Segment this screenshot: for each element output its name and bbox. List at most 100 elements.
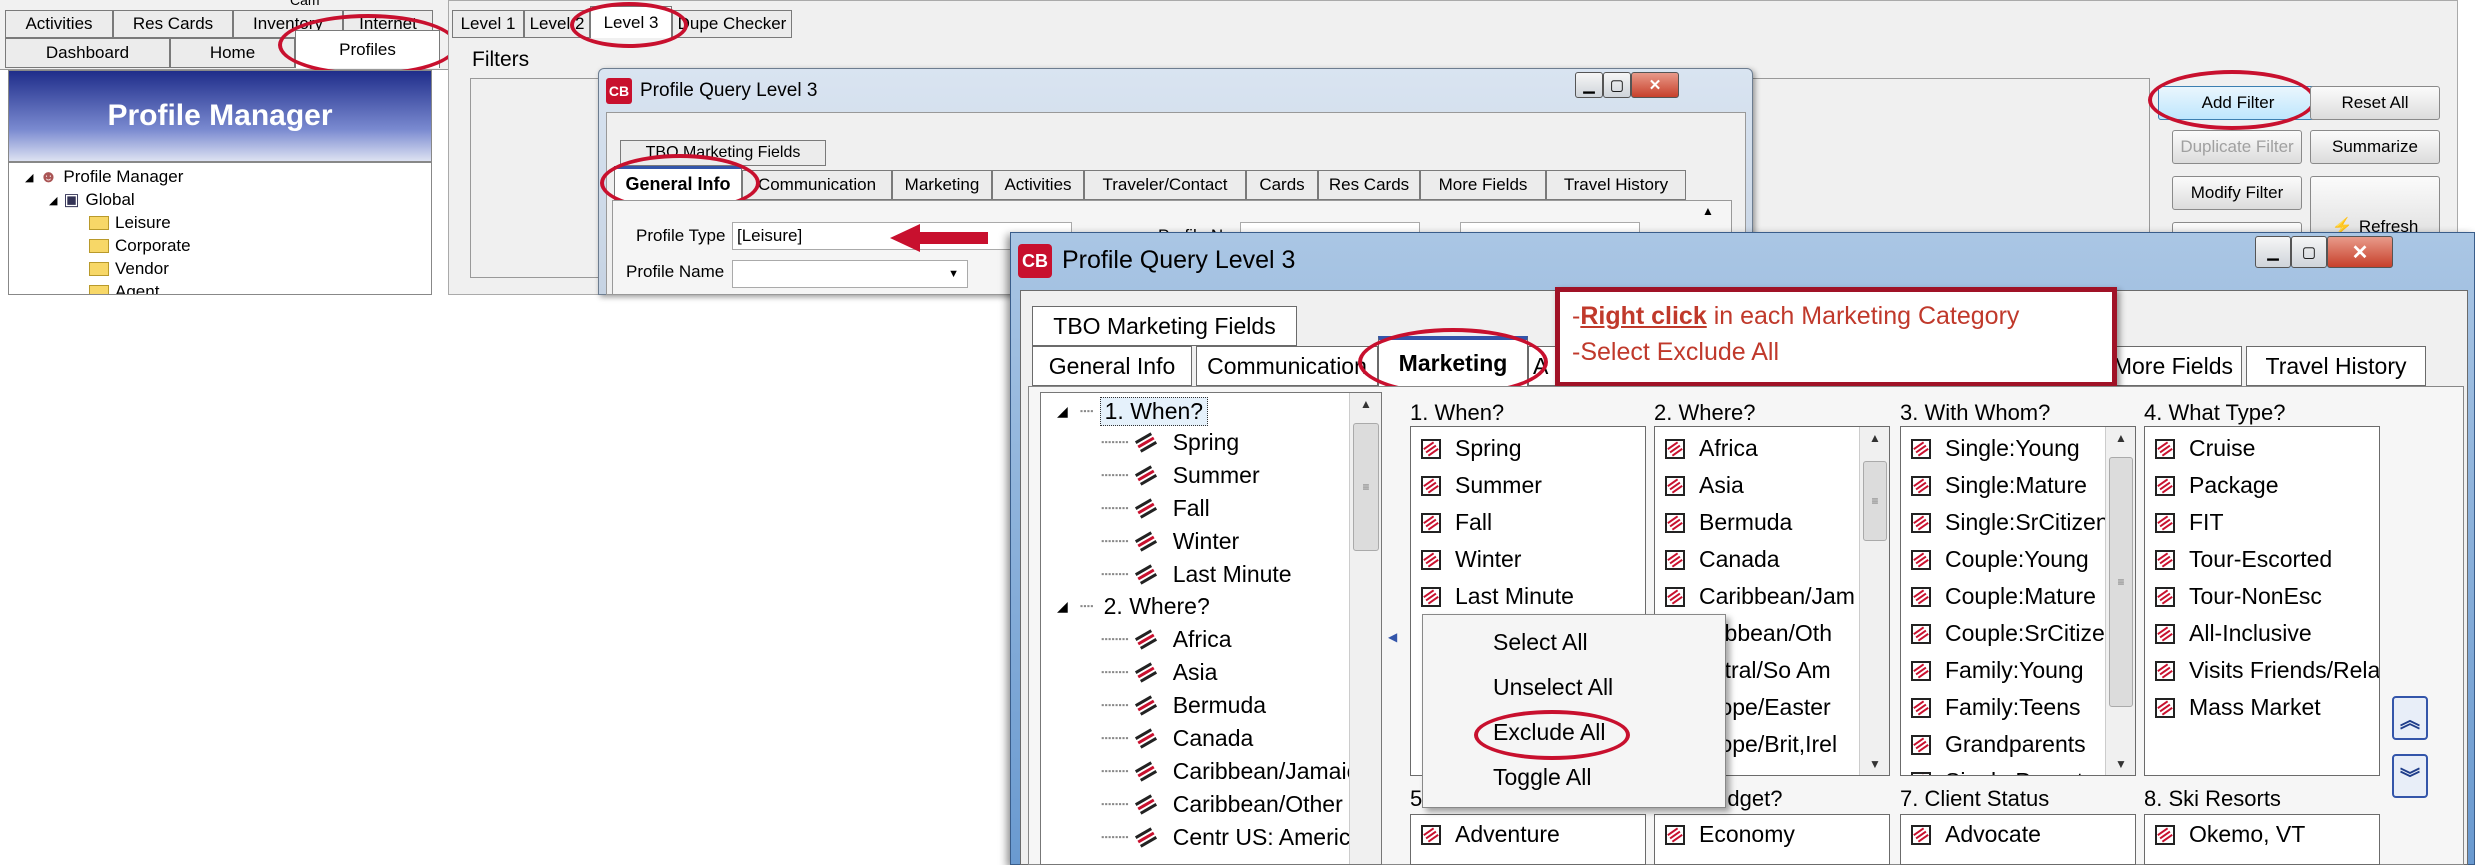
close-button[interactable]: ✕ [1631, 72, 1679, 98]
list-item[interactable]: Africa [1665, 435, 1758, 462]
scroll-thumb[interactable]: ≡ [1863, 461, 1887, 541]
list-item[interactable]: Grandparents [1911, 731, 2086, 758]
list-item[interactable]: Single:Mature [1911, 472, 2087, 499]
tree-item[interactable]: ┈┈ Asia [1101, 659, 1217, 686]
list-item[interactable]: Single:Young [1911, 435, 2080, 462]
list-item[interactable]: Couple:Mature [1911, 583, 2096, 610]
tree-item[interactable]: ┈┈ Caribbean/Jamaica [1101, 758, 1371, 785]
list-item[interactable]: Cruise [2155, 435, 2255, 462]
big-maximize-button[interactable]: ▢ [2291, 236, 2327, 268]
scroll-up-icon[interactable]: ▲ [1860, 427, 1889, 449]
small-tab-marketing[interactable]: Marketing [892, 170, 992, 200]
tree-folder-leisure[interactable]: Leisure [89, 213, 171, 233]
list-item[interactable]: Single:SrCitizen [1911, 509, 2109, 536]
big-tab-communication[interactable]: Communication [1196, 346, 1378, 386]
tree-item[interactable]: ┈┈ Fall [1101, 495, 1210, 522]
tree-item[interactable]: ┈┈ Winter [1101, 528, 1239, 555]
list-item[interactable]: Caribbean/Jam [1665, 583, 1855, 610]
tree-global[interactable]: ◢ ▣ Global [49, 190, 135, 210]
big-tab-travel-history[interactable]: Travel History [2246, 346, 2426, 386]
reset-all-button[interactable]: Reset All [2310, 86, 2440, 120]
tree-root[interactable]: ◢ ☻ Profile Manager [25, 167, 183, 187]
list-item[interactable]: FIT [2155, 509, 2224, 536]
tab-level-1[interactable]: Level 1 [452, 10, 524, 38]
small-tab-general-info[interactable]: General Info [614, 166, 742, 200]
modify-filter-button[interactable]: Modify Filter [2172, 176, 2302, 210]
scroll-down-double-icon[interactable]: ︾ [2392, 754, 2428, 798]
tree-node-when[interactable]: ◢ ┈ 1. When? [1057, 397, 1209, 426]
tree-item[interactable]: ┈┈ Canada [1101, 725, 1253, 752]
minimize-button[interactable]: ▁ [1575, 72, 1603, 98]
menu-item-toggle-all[interactable]: Toggle All [1493, 764, 1591, 791]
profile-name-dropdown[interactable]: ▼ [732, 260, 968, 288]
small-tab-tbo[interactable]: TBO Marketing Fields [620, 140, 826, 166]
scroll-up-double-icon[interactable]: ︽ [2392, 696, 2428, 740]
tab-dupe-checker[interactable]: Dupe Checker [672, 10, 792, 38]
small-tab-res-cards[interactable]: Res Cards [1318, 170, 1420, 200]
summarize-button[interactable]: Summarize [2310, 130, 2440, 164]
list-item[interactable]: Fall [1421, 509, 1492, 536]
list-item[interactable]: All-Inclusive [2155, 620, 2312, 647]
big-tab-tbo[interactable]: TBO Marketing Fields [1032, 306, 1297, 346]
list-item[interactable]: Spring [1421, 435, 1521, 462]
tree-folder-vendor[interactable]: Vendor [89, 259, 169, 279]
list-item[interactable]: Couple:Young [1911, 546, 2089, 573]
list-item[interactable]: Tour-NonEsc [2155, 583, 2322, 610]
tree-item[interactable]: ┈┈ Last Minute [1101, 561, 1292, 588]
list-item[interactable]: Economy [1665, 821, 1795, 848]
tab-level-2[interactable]: Level 2 [524, 10, 590, 38]
small-tab-travel-history[interactable]: Travel History [1546, 170, 1686, 200]
list-item[interactable]: Visits Friends/Rela [2155, 657, 2379, 684]
scroll-up-icon[interactable]: ▲ [1350, 393, 1381, 415]
list-item[interactable]: Canada [1665, 546, 1780, 573]
menu-item-select-all[interactable]: Select All [1493, 629, 1588, 656]
add-filter-button[interactable]: Add Filter [2158, 86, 2318, 120]
big-close-button[interactable]: ✕ [2327, 236, 2393, 268]
tree-scrollbar[interactable]: ▲ ≡ [1349, 393, 1381, 864]
menu-item-unselect-all[interactable]: Unselect All [1493, 674, 1613, 701]
list-item[interactable]: Advocate [1911, 821, 2041, 848]
small-tab-more-fields[interactable]: More Fields [1420, 170, 1546, 200]
tree-item[interactable]: ┈┈ Centr US: Americ [1101, 824, 1350, 851]
list-item[interactable]: Asia [1665, 472, 1744, 499]
maximize-button[interactable]: ▢ [1603, 72, 1631, 98]
list-item[interactable]: Couple:SrCitize [1911, 620, 2105, 647]
tree-item[interactable]: ┈┈ Spring [1101, 429, 1239, 456]
splitter-handle[interactable]: ◀ [1388, 630, 1397, 644]
small-tab-cards[interactable]: Cards [1246, 170, 1318, 200]
where-scrollbar[interactable]: ▲ ≡ ▼ [1859, 427, 1889, 775]
tab-level-3[interactable]: Level 3 [590, 6, 672, 38]
list-item[interactable]: Okemo, VT [2155, 821, 2305, 848]
list-item[interactable]: Summer [1421, 472, 1542, 499]
list-item[interactable]: Mass Market [2155, 694, 2321, 721]
small-tab-activities[interactable]: Activities [992, 170, 1084, 200]
scroll-thumb[interactable]: ≡ [1353, 423, 1379, 551]
tree-node-where[interactable]: ◢ ┈ 2. Where? [1057, 593, 1214, 620]
big-tab-more-fields[interactable]: More Fields [2112, 346, 2242, 386]
tab-activities[interactable]: Activities [5, 10, 113, 38]
list-item[interactable]: Single Parent [1911, 768, 2083, 775]
scroll-down-icon[interactable]: ▼ [1860, 753, 1889, 775]
small-tab-communication[interactable]: Communication [742, 170, 892, 200]
menu-item-exclude-all[interactable]: Exclude All [1493, 719, 1606, 746]
tree-item[interactable]: ┈┈ Africa [1101, 626, 1232, 653]
list-item[interactable]: Family:Teens [1911, 694, 2080, 721]
big-tab-general-info[interactable]: General Info [1032, 346, 1192, 386]
tree-item[interactable]: ┈┈ Bermuda [1101, 692, 1266, 719]
tree-folder-agent[interactable]: Agent [89, 282, 159, 294]
big-tab-activities-partial[interactable]: A [1528, 346, 1558, 386]
tree-folder-corporate[interactable]: Corporate [89, 236, 191, 256]
tab-profiles[interactable]: Profiles [295, 30, 440, 68]
tree-item[interactable]: ┈┈ Caribbean/Other [1101, 791, 1343, 818]
list-item[interactable]: Family:Young [1911, 657, 2084, 684]
scroll-thumb[interactable]: ≡ [2109, 457, 2133, 707]
big-tab-marketing[interactable]: Marketing [1378, 336, 1528, 386]
tab-dashboard[interactable]: Dashboard [5, 38, 170, 68]
scroll-down-icon[interactable]: ▼ [2106, 753, 2135, 775]
with-whom-scrollbar[interactable]: ▲ ≡ ▼ [2105, 427, 2135, 775]
tree-item[interactable]: ┈┈ Summer [1101, 462, 1260, 489]
scroll-up-arrow[interactable]: ▲ [1702, 204, 1714, 218]
small-tab-traveler-contact[interactable]: Traveler/Contact [1084, 170, 1246, 200]
list-item[interactable]: Adventure [1421, 821, 1560, 848]
list-item[interactable]: Last Minute [1421, 583, 1574, 610]
